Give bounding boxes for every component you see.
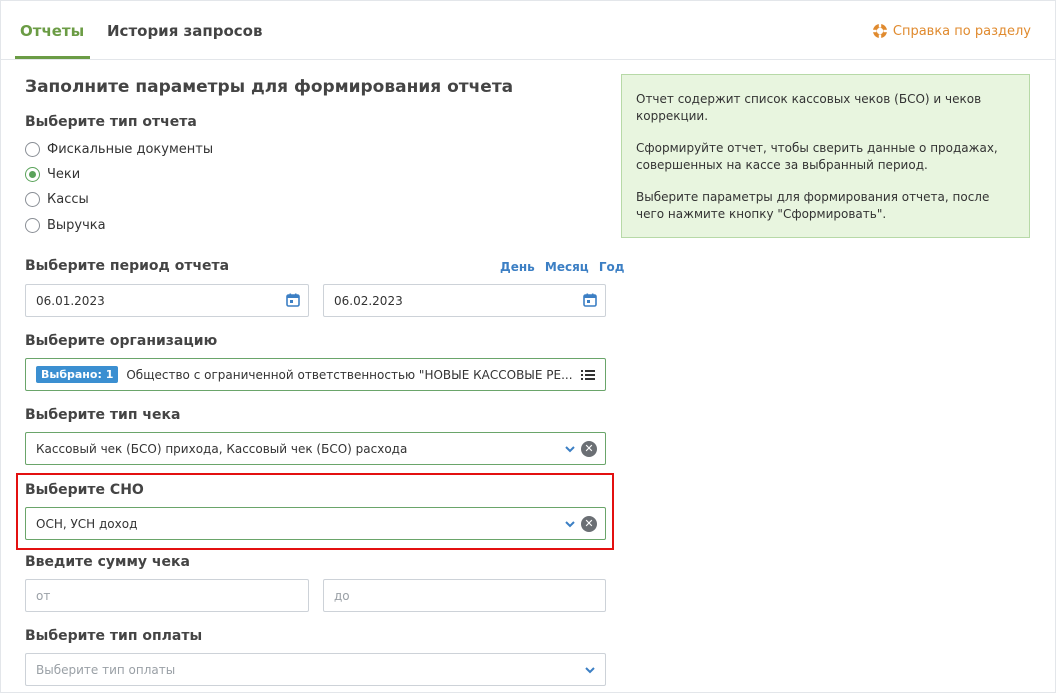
check-type-value: Кассовый чек (БСО) прихода, Кассовый чек… — [36, 441, 408, 456]
report-type-label: Выберите тип отчета — [25, 114, 197, 130]
organization-label: Выберите организацию — [25, 333, 218, 349]
check-type-label: Выберите тип чека — [25, 407, 181, 423]
amount-from-input[interactable]: от — [25, 579, 309, 612]
form-heading: Заполните параметры для формирования отч… — [25, 77, 514, 97]
tabs-bar: Отчеты История запросов Справка по разде… — [0, 0, 1056, 60]
tab-request-history[interactable]: История запросов — [107, 22, 262, 40]
radio-circle — [25, 142, 40, 157]
date-to-input[interactable]: 06.02.2023 — [323, 284, 606, 317]
date-to-value: 06.02.2023 — [334, 293, 403, 308]
chevron-down-icon[interactable] — [563, 517, 577, 531]
sno-value: ОСН, УСН доход — [36, 516, 138, 531]
period-month-link[interactable]: Месяц — [545, 260, 589, 274]
radio-label: Чеки — [47, 167, 81, 182]
help-link-label: Справка по разделу — [892, 23, 1031, 39]
radio-fiscal-documents[interactable]: Фискальные документы — [25, 142, 213, 157]
calendar-icon[interactable] — [583, 293, 597, 307]
chevron-down-icon[interactable] — [563, 442, 577, 456]
check-type-select[interactable]: Кассовый чек (БСО) прихода, Кассовый чек… — [25, 432, 606, 465]
organization-select[interactable]: Выбрано: 1 Общество с ограниченной ответ… — [25, 358, 606, 391]
organization-value: Общество с ограниченной ответственностью… — [126, 367, 573, 382]
sno-label: Выберите СНО — [25, 482, 144, 498]
radio-revenue[interactable]: Выручка — [25, 218, 106, 233]
amount-to-placeholder: до — [334, 588, 350, 603]
radio-cash-registers[interactable]: Кассы — [25, 192, 89, 207]
payment-type-placeholder: Выберите тип оплаты — [36, 662, 176, 677]
period-year-link[interactable]: Год — [599, 260, 625, 274]
date-from-input[interactable]: 06.01.2023 — [25, 284, 309, 317]
lifebuoy-icon — [872, 23, 888, 39]
date-from-value: 06.01.2023 — [36, 293, 105, 308]
calendar-icon[interactable] — [286, 293, 300, 307]
amount-from-placeholder: от — [36, 588, 51, 603]
radio-label: Выручка — [47, 218, 106, 233]
clear-icon[interactable]: ✕ — [581, 516, 597, 532]
info-paragraph: Выберите параметры для формирования отче… — [636, 190, 990, 221]
payment-type-label: Выберите тип оплаты — [25, 628, 203, 644]
amount-to-input[interactable]: до — [323, 579, 606, 612]
payment-type-select[interactable]: Выберите тип оплаты — [25, 653, 606, 686]
active-tab-underline — [15, 56, 90, 59]
info-box: Отчет содержит список кассовых чеков (БС… — [621, 74, 1030, 238]
chevron-down-icon[interactable] — [583, 663, 597, 677]
radio-circle — [25, 218, 40, 233]
info-paragraph: Отчет содержит список кассовых чеков (БС… — [636, 92, 982, 123]
period-day-link[interactable]: День — [500, 260, 535, 274]
radio-label: Фискальные документы — [47, 142, 214, 157]
list-icon[interactable] — [581, 369, 595, 381]
sno-select[interactable]: ОСН, УСН доход ✕ — [25, 507, 606, 540]
info-paragraph: Сформируйте отчет, чтобы сверить данные … — [636, 141, 998, 172]
period-quick-links: День Месяц Год — [494, 260, 624, 274]
radio-circle — [25, 192, 40, 207]
clear-icon[interactable]: ✕ — [581, 441, 597, 457]
amount-label: Введите сумму чека — [25, 554, 190, 570]
radio-circle-checked — [25, 167, 40, 182]
help-link[interactable]: Справка по разделу — [872, 23, 1031, 39]
radio-checks[interactable]: Чеки — [25, 167, 80, 182]
tab-reports[interactable]: Отчеты — [20, 22, 84, 40]
radio-label: Кассы — [47, 192, 89, 207]
selected-count-badge: Выбрано: 1 — [36, 366, 119, 383]
period-label: Выберите период отчета — [25, 258, 230, 274]
